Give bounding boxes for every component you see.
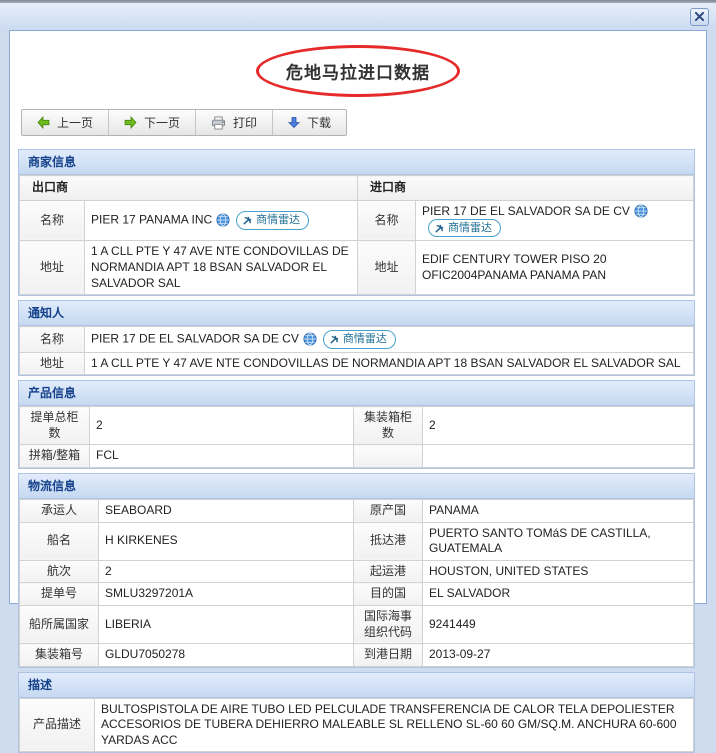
business-radar-label: 商情雷达 [256,213,300,227]
notify-name: PIER 17 DE EL SALVADOR SA DE CV [91,332,299,346]
business-radar-badge[interactable]: 商情雷达 [428,219,501,237]
radar-dish-icon [434,223,445,234]
title-area: 危地马拉进口数据 [10,31,706,105]
page-title: 危地马拉进口数据 [286,59,430,84]
notify-name-label: 名称 [20,327,85,352]
section-product-header: 产品信息 [19,381,694,406]
voyage-value: 2 [99,560,354,583]
print-label: 打印 [233,114,257,131]
prev-page-button[interactable]: 上一页 [22,110,109,135]
vessel-flag-value: LIBERIA [99,605,354,643]
origin-country-value: PANAMA [423,499,694,522]
description-table: 产品描述 BULTOSPISTOLA DE AIRE TUBO LED PELC… [19,698,694,753]
container-count-value: 2 [423,407,694,445]
prev-page-label: 上一页 [57,114,93,131]
bl-number-value: SMLU3297201A [99,583,354,606]
toolbar: 上一页 下一页 打印 下载 [21,109,347,136]
next-page-label: 下一页 [144,114,180,131]
globe-icon[interactable] [216,213,230,227]
empty-value-cell [423,445,694,468]
exporter-address: 1 A CLL PTE Y 47 AVE NTE CONDOVILLAS DE … [85,241,358,295]
container-count-label: 集装箱柜数 [354,407,423,445]
section-logistics-header: 物流信息 [19,474,694,499]
product-table: 提单总柜数 2 集装箱柜数 2 拼箱/整箱 FCL [19,406,694,468]
section-merchant-info: 商家信息 出口商 进口商 名称 PIER 17 PANAMA INC 商情雷达 名… [18,149,695,296]
business-radar-badge[interactable]: 商情雷达 [236,211,309,229]
next-page-button[interactable]: 下一页 [109,110,196,135]
lcl-fcl-label: 拼箱/整箱 [20,445,90,468]
business-radar-label: 商情雷达 [343,332,387,346]
container-number-value: GLDU7050278 [99,644,354,667]
dialog-titlebar [0,3,716,30]
section-logistics-info: 物流信息 承运人 SEABOARD 原产国 PANAMA 船名 H KIRKEN… [18,473,695,668]
printer-icon [211,116,226,130]
globe-icon[interactable] [634,204,648,218]
empty-label-cell [354,445,423,468]
download-label: 下载 [307,114,331,131]
arrow-down-blue-icon [288,116,300,129]
section-notify-party: 通知人 名称 PIER 17 DE EL SALVADOR SA DE CV 商情… [18,300,695,376]
importer-address: EDIF CENTURY TOWER PISO 20 OFIC2004PANAM… [416,241,694,295]
exporter-header-cell: 出口商 [20,176,358,201]
voyage-label: 航次 [20,560,99,583]
print-button[interactable]: 打印 [196,110,273,135]
exporter-name: PIER 17 PANAMA INC [91,213,212,227]
arrow-left-green-icon [37,116,50,129]
vessel-flag-label: 船所属国家 [20,605,99,643]
logistics-table: 承运人 SEABOARD 原产国 PANAMA 船名 H KIRKENES 抵达… [19,499,694,667]
importer-name-cell: PIER 17 DE EL SALVADOR SA DE CV 商情雷达 [416,200,694,241]
arrival-date-label: 到港日期 [354,644,423,667]
vessel-name-label: 船名 [20,522,99,560]
radar-dish-icon [329,334,340,345]
notify-name-cell: PIER 17 DE EL SALVADOR SA DE CV 商情雷达 [85,327,694,352]
detail-sections: 商家信息 出口商 进口商 名称 PIER 17 PANAMA INC 商情雷达 名… [18,149,695,753]
importer-name: PIER 17 DE EL SALVADOR SA DE CV [422,204,630,218]
globe-icon[interactable] [303,332,317,346]
section-notify-header: 通知人 [19,301,694,326]
business-radar-label: 商情雷达 [448,221,492,235]
departure-port-value: HOUSTON, UNITED STATES [423,560,694,583]
bl-total-containers-value: 2 [90,407,354,445]
vessel-name-value: H KIRKENES [99,522,354,560]
bl-total-containers-label: 提单总柜数 [20,407,90,445]
imo-code-label: 国际海事组织代码 [354,605,423,643]
notify-address: 1 A CLL PTE Y 47 AVE NTE CONDOVILLAS DE … [85,352,694,375]
section-description: 描述 产品描述 BULTOSPISTOLA DE AIRE TUBO LED P… [18,672,695,753]
x-icon [695,12,704,21]
exporter-address-label: 地址 [20,241,85,295]
business-radar-badge[interactable]: 商情雷达 [323,330,396,348]
section-product-info: 产品信息 提单总柜数 2 集装箱柜数 2 拼箱/整箱 FCL [18,380,695,469]
importer-header-cell: 进口商 [358,176,694,201]
bl-number-label: 提单号 [20,583,99,606]
importer-name-label: 名称 [358,200,416,241]
carrier-label: 承运人 [20,499,99,522]
arrival-port-label: 抵达港 [354,522,423,560]
exporter-name-cell: PIER 17 PANAMA INC 商情雷达 [85,200,358,241]
departure-port-label: 起运港 [354,560,423,583]
section-description-header: 描述 [19,673,694,698]
import-data-dialog: 危地马拉进口数据 上一页 下一页 打印 [9,30,707,604]
merchant-table: 出口商 进口商 名称 PIER 17 PANAMA INC 商情雷达 名称 PIE… [19,175,694,295]
arrow-right-green-icon [124,116,137,129]
container-number-label: 集装箱号 [20,644,99,667]
origin-country-label: 原产国 [354,499,423,522]
carrier-value: SEABOARD [99,499,354,522]
arrival-date-value: 2013-09-27 [423,644,694,667]
destination-country-label: 目的国 [354,583,423,606]
product-description-value: BULTOSPISTOLA DE AIRE TUBO LED PELCULADE… [95,698,694,752]
arrival-port-value: PUERTO SANTO TOMáS DE CASTILLA, GUATEMAL… [423,522,694,560]
close-button[interactable] [690,8,709,26]
product-description-label: 产品描述 [20,698,95,752]
section-merchant-header: 商家信息 [19,150,694,175]
importer-address-label: 地址 [358,241,416,295]
download-button[interactable]: 下载 [273,110,346,135]
notify-table: 名称 PIER 17 DE EL SALVADOR SA DE CV 商情雷达 地… [19,326,694,375]
notify-address-label: 地址 [20,352,85,375]
exporter-name-label: 名称 [20,200,85,241]
radar-dish-icon [242,215,253,226]
imo-code-value: 9241449 [423,605,694,643]
lcl-fcl-value: FCL [90,445,354,468]
destination-country-value: EL SALVADOR [423,583,694,606]
